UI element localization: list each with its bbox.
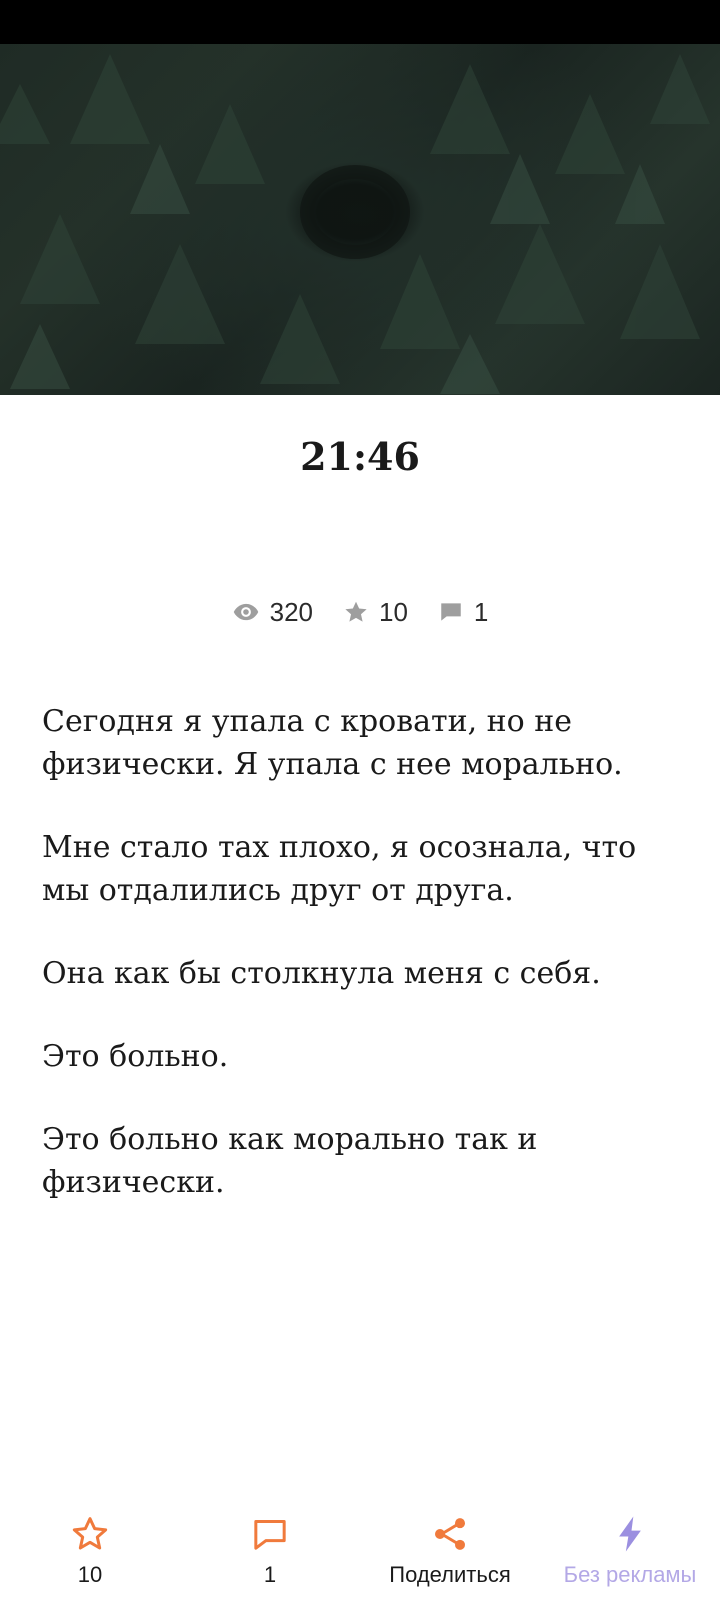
story-paragraph: Она как бы столкнула меня с себя. (42, 956, 601, 991)
share-button[interactable]: Поделиться (360, 1500, 540, 1588)
story-body: Сегодня я упала с кровати, но не физичес… (42, 700, 682, 1244)
story-paragraph: Сегодня я упала с кровати, но не физичес… (42, 704, 623, 782)
bottom-action-bar: 10 1 Поделиться Без рекламы (0, 1500, 720, 1600)
likes-count: 10 (379, 596, 408, 627)
star-icon (345, 601, 367, 622)
comment-icon (441, 603, 461, 621)
lightning-icon (619, 1516, 641, 1552)
share-label: Поделиться (389, 1562, 511, 1587)
cover-forest-texture (0, 54, 710, 394)
story-title: 21:46 (300, 434, 420, 479)
story-cover-image (0, 44, 720, 395)
story-stats: 320 10 1 (0, 592, 720, 632)
eye-icon (233, 603, 258, 621)
status-bar (0, 0, 720, 44)
share-icon (435, 1518, 465, 1550)
story-paragraph: Это больно как морально так и физически. (42, 1122, 538, 1200)
no-ads-button[interactable]: Без рекламы (540, 1500, 720, 1588)
story-paragraph: Это больно. (42, 1039, 229, 1074)
like-button[interactable]: 10 (0, 1500, 180, 1588)
likes-stat: 10 (343, 597, 408, 628)
comment-button[interactable]: 1 (180, 1500, 360, 1588)
comment-outline-icon (254, 1520, 286, 1550)
views-stat: 320 (232, 597, 313, 628)
story-paragraph: Мне стало тах плохо, я осознала, что мы … (42, 830, 637, 908)
star-outline-icon (72, 1517, 108, 1550)
comments-count: 1 (473, 596, 489, 627)
comment-count-label: 1 (263, 1562, 277, 1587)
no-ads-label: Без рекламы (563, 1562, 697, 1587)
views-count: 320 (269, 596, 313, 627)
comments-stat: 1 (438, 597, 488, 628)
like-count-label: 10 (77, 1562, 103, 1587)
